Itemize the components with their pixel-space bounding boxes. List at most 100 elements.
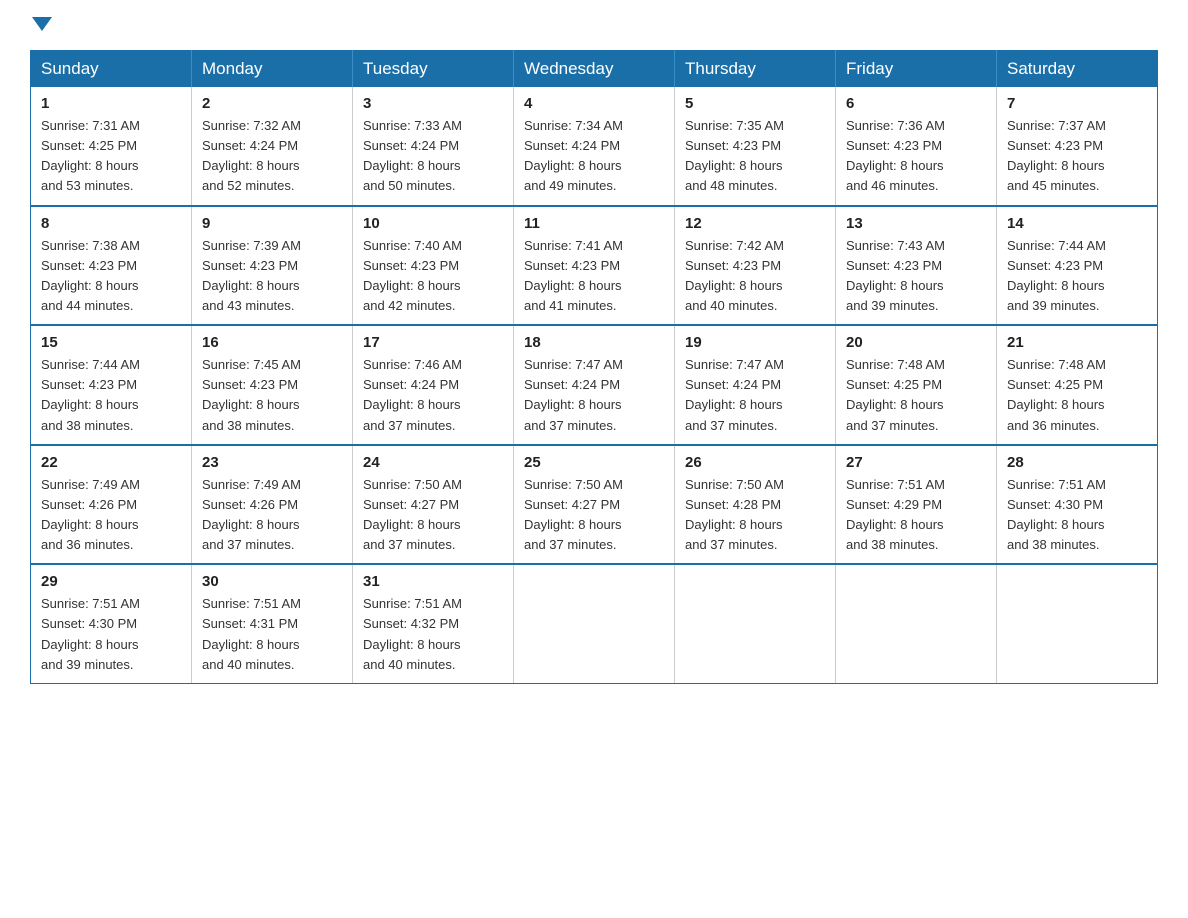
calendar-cell: 17 Sunrise: 7:46 AMSunset: 4:24 PMDaylig… [353, 325, 514, 445]
calendar-cell: 1 Sunrise: 7:31 AMSunset: 4:25 PMDayligh… [31, 87, 192, 206]
calendar-cell [514, 564, 675, 683]
day-info: Sunrise: 7:49 AMSunset: 4:26 PMDaylight:… [202, 475, 342, 556]
calendar-cell: 5 Sunrise: 7:35 AMSunset: 4:23 PMDayligh… [675, 87, 836, 206]
day-number: 21 [1007, 334, 1147, 351]
weekday-tuesday: Tuesday [353, 51, 514, 88]
day-info: Sunrise: 7:49 AMSunset: 4:26 PMDaylight:… [41, 475, 181, 556]
day-number: 19 [685, 334, 825, 351]
day-number: 23 [202, 454, 342, 471]
day-info: Sunrise: 7:44 AMSunset: 4:23 PMDaylight:… [1007, 236, 1147, 317]
calendar-table: SundayMondayTuesdayWednesdayThursdayFrid… [30, 50, 1158, 684]
calendar-cell: 18 Sunrise: 7:47 AMSunset: 4:24 PMDaylig… [514, 325, 675, 445]
calendar-cell: 2 Sunrise: 7:32 AMSunset: 4:24 PMDayligh… [192, 87, 353, 206]
day-number: 2 [202, 95, 342, 112]
calendar-cell: 4 Sunrise: 7:34 AMSunset: 4:24 PMDayligh… [514, 87, 675, 206]
page-header [30, 20, 1158, 34]
day-number: 30 [202, 573, 342, 590]
day-number: 5 [685, 95, 825, 112]
day-number: 4 [524, 95, 664, 112]
week-row-1: 1 Sunrise: 7:31 AMSunset: 4:25 PMDayligh… [31, 87, 1158, 206]
calendar-cell [836, 564, 997, 683]
day-number: 8 [41, 215, 181, 232]
day-info: Sunrise: 7:50 AMSunset: 4:28 PMDaylight:… [685, 475, 825, 556]
calendar-cell: 15 Sunrise: 7:44 AMSunset: 4:23 PMDaylig… [31, 325, 192, 445]
logo [30, 20, 52, 34]
day-info: Sunrise: 7:41 AMSunset: 4:23 PMDaylight:… [524, 236, 664, 317]
day-number: 11 [524, 215, 664, 232]
weekday-sunday: Sunday [31, 51, 192, 88]
calendar-cell: 10 Sunrise: 7:40 AMSunset: 4:23 PMDaylig… [353, 206, 514, 326]
day-info: Sunrise: 7:47 AMSunset: 4:24 PMDaylight:… [685, 355, 825, 436]
weekday-header-row: SundayMondayTuesdayWednesdayThursdayFrid… [31, 51, 1158, 88]
calendar-cell: 19 Sunrise: 7:47 AMSunset: 4:24 PMDaylig… [675, 325, 836, 445]
day-info: Sunrise: 7:50 AMSunset: 4:27 PMDaylight:… [524, 475, 664, 556]
day-number: 14 [1007, 215, 1147, 232]
day-info: Sunrise: 7:51 AMSunset: 4:29 PMDaylight:… [846, 475, 986, 556]
day-info: Sunrise: 7:31 AMSunset: 4:25 PMDaylight:… [41, 116, 181, 197]
day-info: Sunrise: 7:44 AMSunset: 4:23 PMDaylight:… [41, 355, 181, 436]
day-info: Sunrise: 7:35 AMSunset: 4:23 PMDaylight:… [685, 116, 825, 197]
calendar-cell: 12 Sunrise: 7:42 AMSunset: 4:23 PMDaylig… [675, 206, 836, 326]
calendar-cell: 30 Sunrise: 7:51 AMSunset: 4:31 PMDaylig… [192, 564, 353, 683]
day-info: Sunrise: 7:45 AMSunset: 4:23 PMDaylight:… [202, 355, 342, 436]
day-info: Sunrise: 7:51 AMSunset: 4:30 PMDaylight:… [1007, 475, 1147, 556]
day-info: Sunrise: 7:48 AMSunset: 4:25 PMDaylight:… [1007, 355, 1147, 436]
day-info: Sunrise: 7:42 AMSunset: 4:23 PMDaylight:… [685, 236, 825, 317]
day-number: 1 [41, 95, 181, 112]
day-number: 10 [363, 215, 503, 232]
day-number: 28 [1007, 454, 1147, 471]
logo-arrow-icon [32, 17, 52, 31]
day-number: 18 [524, 334, 664, 351]
day-number: 9 [202, 215, 342, 232]
weekday-thursday: Thursday [675, 51, 836, 88]
calendar-cell: 24 Sunrise: 7:50 AMSunset: 4:27 PMDaylig… [353, 445, 514, 565]
week-row-2: 8 Sunrise: 7:38 AMSunset: 4:23 PMDayligh… [31, 206, 1158, 326]
day-number: 26 [685, 454, 825, 471]
day-number: 7 [1007, 95, 1147, 112]
calendar-cell [997, 564, 1158, 683]
day-info: Sunrise: 7:51 AMSunset: 4:31 PMDaylight:… [202, 594, 342, 675]
day-info: Sunrise: 7:39 AMSunset: 4:23 PMDaylight:… [202, 236, 342, 317]
calendar-cell: 26 Sunrise: 7:50 AMSunset: 4:28 PMDaylig… [675, 445, 836, 565]
calendar-cell: 6 Sunrise: 7:36 AMSunset: 4:23 PMDayligh… [836, 87, 997, 206]
week-row-4: 22 Sunrise: 7:49 AMSunset: 4:26 PMDaylig… [31, 445, 1158, 565]
weekday-monday: Monday [192, 51, 353, 88]
day-number: 20 [846, 334, 986, 351]
day-number: 13 [846, 215, 986, 232]
day-info: Sunrise: 7:47 AMSunset: 4:24 PMDaylight:… [524, 355, 664, 436]
calendar-cell: 8 Sunrise: 7:38 AMSunset: 4:23 PMDayligh… [31, 206, 192, 326]
weekday-friday: Friday [836, 51, 997, 88]
calendar-cell: 28 Sunrise: 7:51 AMSunset: 4:30 PMDaylig… [997, 445, 1158, 565]
calendar-cell: 3 Sunrise: 7:33 AMSunset: 4:24 PMDayligh… [353, 87, 514, 206]
day-info: Sunrise: 7:32 AMSunset: 4:24 PMDaylight:… [202, 116, 342, 197]
day-number: 25 [524, 454, 664, 471]
calendar-cell: 21 Sunrise: 7:48 AMSunset: 4:25 PMDaylig… [997, 325, 1158, 445]
week-row-5: 29 Sunrise: 7:51 AMSunset: 4:30 PMDaylig… [31, 564, 1158, 683]
calendar-cell: 13 Sunrise: 7:43 AMSunset: 4:23 PMDaylig… [836, 206, 997, 326]
calendar-cell: 7 Sunrise: 7:37 AMSunset: 4:23 PMDayligh… [997, 87, 1158, 206]
day-info: Sunrise: 7:34 AMSunset: 4:24 PMDaylight:… [524, 116, 664, 197]
day-info: Sunrise: 7:50 AMSunset: 4:27 PMDaylight:… [363, 475, 503, 556]
calendar-cell: 31 Sunrise: 7:51 AMSunset: 4:32 PMDaylig… [353, 564, 514, 683]
calendar-cell: 27 Sunrise: 7:51 AMSunset: 4:29 PMDaylig… [836, 445, 997, 565]
week-row-3: 15 Sunrise: 7:44 AMSunset: 4:23 PMDaylig… [31, 325, 1158, 445]
day-number: 16 [202, 334, 342, 351]
day-number: 15 [41, 334, 181, 351]
calendar-cell: 9 Sunrise: 7:39 AMSunset: 4:23 PMDayligh… [192, 206, 353, 326]
day-number: 24 [363, 454, 503, 471]
day-info: Sunrise: 7:51 AMSunset: 4:30 PMDaylight:… [41, 594, 181, 675]
day-info: Sunrise: 7:38 AMSunset: 4:23 PMDaylight:… [41, 236, 181, 317]
calendar-cell: 23 Sunrise: 7:49 AMSunset: 4:26 PMDaylig… [192, 445, 353, 565]
calendar-cell: 14 Sunrise: 7:44 AMSunset: 4:23 PMDaylig… [997, 206, 1158, 326]
weekday-wednesday: Wednesday [514, 51, 675, 88]
day-number: 29 [41, 573, 181, 590]
calendar-cell: 25 Sunrise: 7:50 AMSunset: 4:27 PMDaylig… [514, 445, 675, 565]
day-number: 31 [363, 573, 503, 590]
day-info: Sunrise: 7:33 AMSunset: 4:24 PMDaylight:… [363, 116, 503, 197]
calendar-cell: 16 Sunrise: 7:45 AMSunset: 4:23 PMDaylig… [192, 325, 353, 445]
day-info: Sunrise: 7:36 AMSunset: 4:23 PMDaylight:… [846, 116, 986, 197]
calendar-cell [675, 564, 836, 683]
calendar-cell: 20 Sunrise: 7:48 AMSunset: 4:25 PMDaylig… [836, 325, 997, 445]
day-info: Sunrise: 7:37 AMSunset: 4:23 PMDaylight:… [1007, 116, 1147, 197]
day-info: Sunrise: 7:43 AMSunset: 4:23 PMDaylight:… [846, 236, 986, 317]
